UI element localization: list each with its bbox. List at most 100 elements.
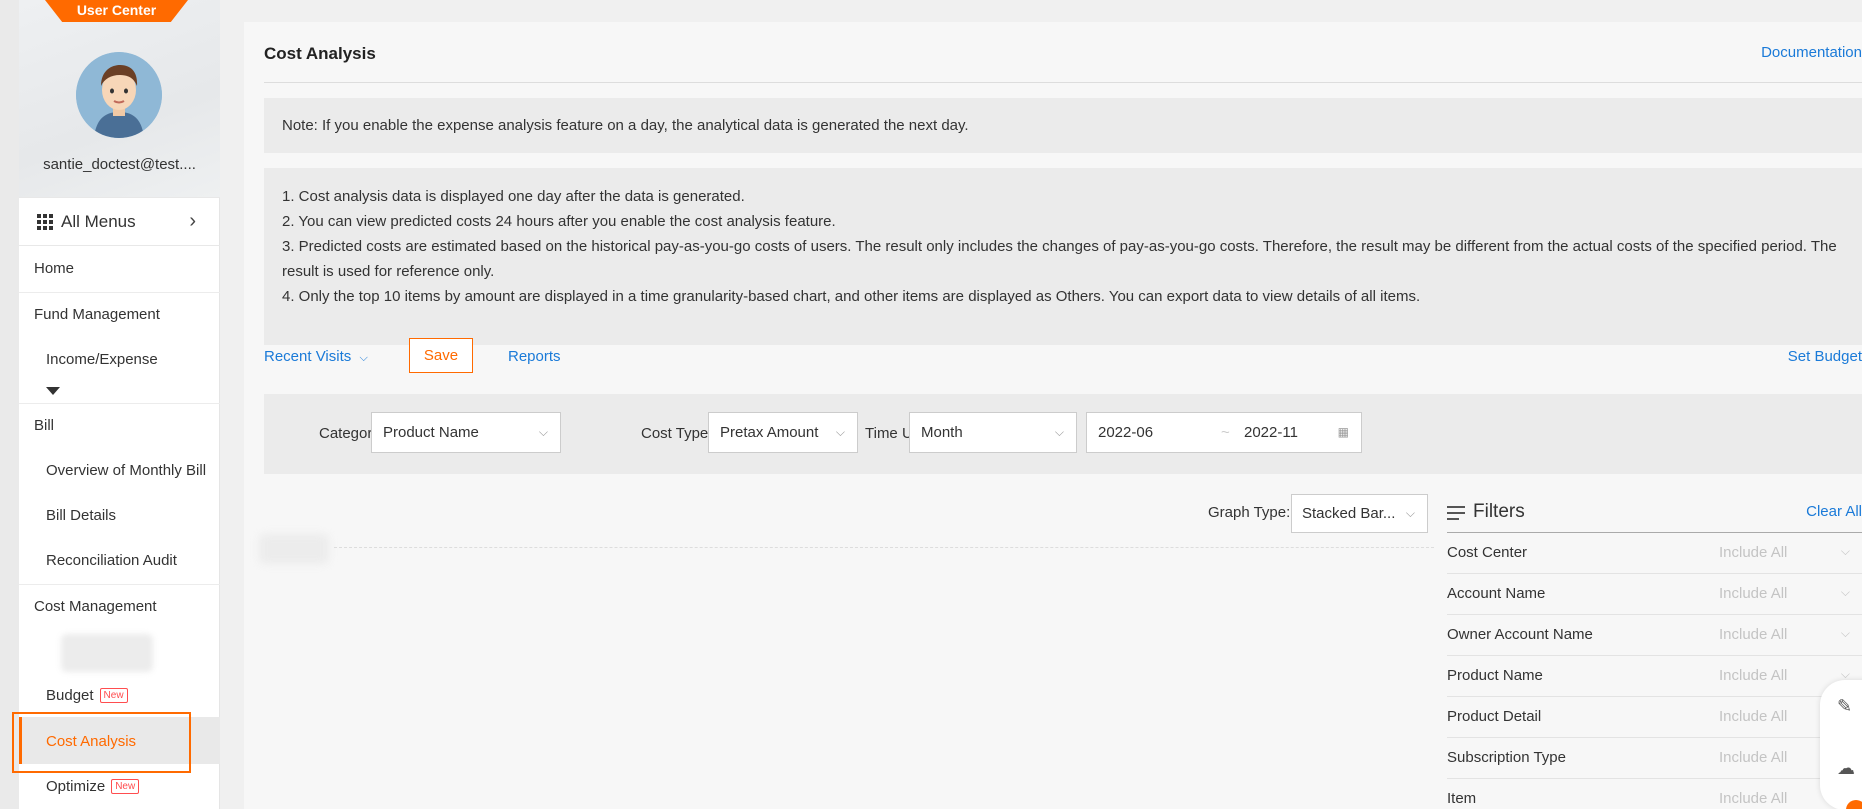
user-center-tab[interactable]: User Center bbox=[45, 0, 188, 22]
info-line: 1. Cost analysis data is displayed one d… bbox=[282, 188, 745, 205]
filter-row-subscription-type[interactable]: Subscription Type Include All ⌵ bbox=[1447, 738, 1862, 779]
time-unit-select[interactable]: Month ⌵ bbox=[909, 412, 1077, 453]
filter-value: Include All bbox=[1719, 790, 1788, 807]
filter-row-product-detail[interactable]: Product Detail Include All ⌵ bbox=[1447, 697, 1862, 738]
sidebar-item-home[interactable]: Home bbox=[19, 260, 220, 277]
date-start: 2022-06 bbox=[1098, 424, 1154, 441]
sidebar-item-reconciliation-audit[interactable]: Reconciliation Audit bbox=[19, 552, 220, 569]
caret-down-icon[interactable] bbox=[46, 387, 60, 395]
time-unit-value: Month bbox=[921, 424, 963, 441]
date-end: 2022-11 bbox=[1244, 424, 1298, 441]
cost-type-label: Cost Type: bbox=[641, 425, 713, 442]
divider bbox=[19, 292, 220, 293]
filter-name: Product Detail bbox=[1447, 708, 1542, 725]
sidebar: santie_doctest@test.... User Center All … bbox=[19, 0, 220, 809]
filter-lines-icon bbox=[1447, 506, 1465, 524]
chevron-down-icon: ⌵ bbox=[1840, 544, 1850, 558]
filter-value: Include All bbox=[1719, 667, 1788, 684]
sidebar-item-bill-details[interactable]: Bill Details bbox=[19, 507, 220, 524]
chevron-down-icon: ⌵ bbox=[359, 352, 368, 364]
sidebar-item-optimize[interactable]: Optimize New bbox=[19, 778, 220, 795]
budget-label: Budget bbox=[46, 687, 94, 704]
chevron-down-icon: ⌵ bbox=[1405, 506, 1415, 520]
note-banner: Note: If you enable the expense analysis… bbox=[264, 98, 1862, 153]
category-select[interactable]: Product Name ⌵ bbox=[371, 412, 561, 453]
filter-value: Include All bbox=[1719, 626, 1788, 643]
divider bbox=[264, 82, 1862, 83]
filter-bar: Category: Product Name ⌵ Cost Type: Pret… bbox=[264, 394, 1862, 474]
filter-name: Subscription Type bbox=[1447, 749, 1566, 766]
cost-type-select[interactable]: Pretax Amount ⌵ bbox=[708, 412, 858, 453]
filters-header: Filters Clear All bbox=[1447, 495, 1862, 533]
divider bbox=[19, 403, 220, 404]
filter-value: Include All bbox=[1719, 749, 1788, 766]
info-line: 2. You can view predicted costs 24 hours… bbox=[282, 213, 836, 230]
highlight-outline bbox=[12, 712, 191, 773]
filter-name: Owner Account Name bbox=[1447, 626, 1593, 643]
blurred-menu-item bbox=[61, 634, 153, 672]
filter-value: Include All bbox=[1719, 708, 1788, 725]
info-line: 3. Predicted costs are estimated based o… bbox=[282, 238, 1837, 280]
all-menus-button[interactable]: All Menus › bbox=[19, 198, 220, 246]
calendar-icon: ▦ bbox=[1337, 425, 1349, 439]
recent-visits-dropdown[interactable]: Recent Visits ⌵ bbox=[264, 348, 368, 365]
graph-type-value: Stacked Bar... bbox=[1302, 505, 1396, 522]
sidebar-item-cost-management[interactable]: Cost Management bbox=[19, 598, 220, 615]
sidebar-item-budget[interactable]: Budget New bbox=[19, 687, 220, 704]
new-badge: New bbox=[111, 779, 140, 794]
filter-name: Cost Center bbox=[1447, 544, 1528, 561]
filter-name: Account Name bbox=[1447, 585, 1546, 602]
grid-icon bbox=[37, 213, 53, 230]
toolbar: Recent Visits ⌵ Save Reports Set Budget bbox=[264, 338, 1862, 378]
blurred-chart-legend bbox=[259, 534, 329, 564]
new-badge: New bbox=[99, 688, 128, 703]
filter-row-owner-account-name[interactable]: Owner Account Name Include All ⌵ bbox=[1447, 615, 1862, 656]
cost-type-value: Pretax Amount bbox=[720, 424, 819, 441]
filters-title: Filters bbox=[1473, 501, 1525, 522]
filter-name: Item bbox=[1447, 790, 1477, 807]
chevron-down-icon: ⌵ bbox=[538, 425, 548, 439]
sidebar-item-fund-management[interactable]: Fund Management bbox=[19, 306, 220, 323]
filter-row-item[interactable]: Item Include All ⌵ bbox=[1447, 779, 1862, 809]
chevron-down-icon: ⌵ bbox=[1840, 585, 1850, 599]
page-gutter bbox=[0, 0, 19, 809]
chevron-down-icon: ⌵ bbox=[1840, 626, 1850, 640]
filter-row-cost-center[interactable]: Cost Center Include All ⌵ bbox=[1447, 533, 1862, 574]
avatar[interactable] bbox=[76, 52, 162, 138]
filter-row-account-name[interactable]: Account Name Include All ⌵ bbox=[1447, 574, 1862, 615]
sidebar-item-income-expense[interactable]: Income/Expense bbox=[19, 351, 220, 368]
sidebar-item-bill[interactable]: Bill bbox=[19, 417, 220, 434]
filter-row-product-name[interactable]: Product Name Include All ⌵ bbox=[1447, 656, 1862, 697]
info-line: 4. Only the top 10 items by amount are d… bbox=[282, 288, 1421, 305]
category-value: Product Name bbox=[383, 424, 479, 441]
chat-icon[interactable]: ☁ bbox=[1837, 758, 1855, 779]
date-range-picker[interactable]: 2022-06 ~ 2022-11 ▦ bbox=[1086, 412, 1362, 453]
recent-visits-label: Recent Visits bbox=[264, 348, 352, 365]
floating-toolbar: ✎ ☁ bbox=[1820, 680, 1862, 809]
graph-type-label: Graph Type: bbox=[1208, 504, 1291, 521]
chevron-down-icon: ⌵ bbox=[1054, 425, 1064, 439]
all-menus-label: All Menus bbox=[61, 211, 136, 231]
save-button[interactable]: Save bbox=[409, 338, 473, 373]
filter-value: Include All bbox=[1719, 544, 1788, 561]
main-panel: Cost Analysis Documentation Note: If you… bbox=[244, 22, 1862, 809]
graph-type-select[interactable]: Stacked Bar... ⌵ bbox=[1291, 494, 1428, 533]
documentation-link[interactable]: Documentation bbox=[1761, 44, 1862, 61]
edit-icon[interactable]: ✎ bbox=[1837, 696, 1852, 717]
chevron-right-icon: › bbox=[189, 210, 196, 232]
chevron-down-icon: ⌵ bbox=[835, 425, 845, 439]
filter-name: Product Name bbox=[1447, 667, 1543, 684]
filter-value: Include All bbox=[1719, 585, 1788, 602]
chart-gridline bbox=[334, 547, 1434, 548]
reports-link[interactable]: Reports bbox=[508, 348, 561, 365]
divider bbox=[19, 584, 220, 585]
page-title: Cost Analysis bbox=[264, 44, 376, 63]
profile-panel: santie_doctest@test.... bbox=[19, 0, 220, 198]
clear-all-link[interactable]: Clear All bbox=[1806, 503, 1862, 520]
set-budget-link[interactable]: Set Budget bbox=[1788, 348, 1862, 365]
username: santie_doctest@test.... bbox=[43, 156, 196, 173]
info-panel: 1. Cost analysis data is displayed one d… bbox=[264, 168, 1862, 345]
optimize-label: Optimize bbox=[46, 778, 106, 795]
date-separator: ~ bbox=[1221, 424, 1230, 441]
sidebar-item-overview-monthly-bill[interactable]: Overview of Monthly Bill bbox=[19, 462, 220, 479]
